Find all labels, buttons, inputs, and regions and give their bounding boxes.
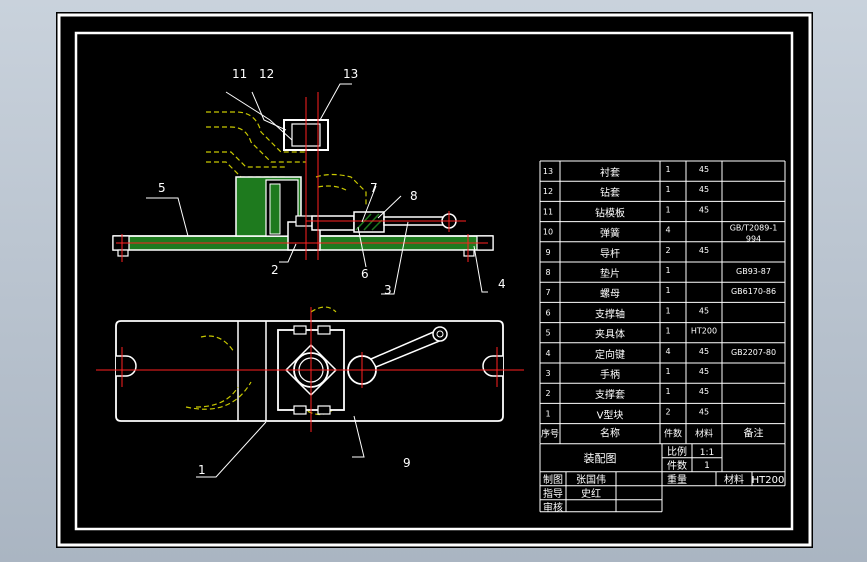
bom-row-no: 13 xyxy=(543,167,553,176)
scale-value: 1:1 xyxy=(700,448,714,458)
callout-2: 2 xyxy=(271,263,279,277)
bom-row-name: 钻套 xyxy=(600,186,620,199)
bom-row-material: 45 xyxy=(699,185,709,194)
drawing-canvas[interactable]: 5 2 6 3 4 7 8 11 12 13 1 9 13 衬套 1 45 12 钻套 1 4… xyxy=(56,12,813,548)
bom-row-name: 手柄 xyxy=(600,368,620,381)
bom-row-no: 4 xyxy=(545,349,550,358)
callout-1: 1 xyxy=(198,463,206,477)
bom-table: 13 衬套 1 4512 钻套 1 4511 钻模板 1 4510 弹簧 4 GB/T2089-1 994… xyxy=(539,160,786,514)
callout-8: 8 xyxy=(410,189,418,203)
bom-row-qty: 4 xyxy=(665,226,670,235)
bom-row-qty: 4 xyxy=(665,347,670,356)
bom-header-name: 名称 xyxy=(600,427,620,440)
material-value: HT200 xyxy=(752,475,785,486)
bom-row-qty: 1 xyxy=(665,205,670,214)
weight-label: 重量 xyxy=(667,473,687,486)
bom-row-qty: 1 xyxy=(665,185,670,194)
bom-row-material: 45 xyxy=(699,387,709,396)
bom-header-qty: 件数 xyxy=(664,428,682,440)
bom-row-qty: 2 xyxy=(665,407,670,416)
bom-row-qty: 1 xyxy=(665,327,670,336)
material-label: 材料 xyxy=(724,473,744,486)
bom-row-name: 弹簧 xyxy=(600,227,620,240)
assembly-drawing: 5 2 6 3 4 7 8 11 12 13 1 9 13 衬套 1 4512 钻套 1 4… xyxy=(57,13,812,547)
bom-row-no: 6 xyxy=(545,308,550,317)
bom-header-material: 材料 xyxy=(695,428,713,440)
bom-row-name: 夹具体 xyxy=(595,328,625,341)
bom-row-qty: 1 xyxy=(665,165,670,174)
bom-header-std: 备注 xyxy=(744,427,764,440)
bom-row-qty: 1 xyxy=(665,367,670,376)
bom-row-no: 1 xyxy=(545,409,550,418)
bom-row-name: V型块 xyxy=(597,408,624,421)
bom-row-material: 45 xyxy=(699,306,709,315)
bom-row-material: 45 xyxy=(699,407,709,416)
bom-row-no: 3 xyxy=(545,369,550,378)
drawn-label: 制图 xyxy=(543,473,563,486)
bom-row-name: 螺母 xyxy=(600,288,620,300)
bom-row-no: 5 xyxy=(545,329,550,338)
bom-row-std: GB6170-86 xyxy=(731,287,776,296)
bom-row-qty: 1 xyxy=(665,306,670,315)
bom-row-std: GB93-87 xyxy=(736,267,771,276)
callout-9: 9 xyxy=(403,456,411,470)
bom-row-name: 支撑轴 xyxy=(595,307,625,320)
callout-3: 3 xyxy=(384,283,392,297)
bom-row-qty: 1 xyxy=(665,266,670,275)
top-view xyxy=(96,306,524,432)
bom-row-no: 11 xyxy=(543,207,553,216)
bom-row-no: 12 xyxy=(543,187,553,196)
callout-12: 12 xyxy=(259,67,274,81)
bom-row-material: HT200 xyxy=(691,327,717,336)
bom-row-name: 支撑套 xyxy=(595,388,625,401)
outer-frame xyxy=(57,13,812,547)
bom-row-std: GB/T2089-1 994 xyxy=(730,224,778,244)
bom-row-name: 衬套 xyxy=(600,166,620,179)
bom-row-name: 垫片 xyxy=(600,267,620,280)
drawn-name: 张国伟 xyxy=(576,473,606,486)
bom-row-no: 9 xyxy=(545,248,550,257)
scale-label: 比例 xyxy=(667,445,687,458)
count-value: 1 xyxy=(704,461,710,471)
callout-11: 11 xyxy=(232,67,247,81)
title-block-title: 装配图 xyxy=(584,452,617,465)
bom-row-qty: 1 xyxy=(665,286,670,295)
bom-row-name: 导杆 xyxy=(600,248,620,260)
bom-row-material: 45 xyxy=(699,367,709,376)
bom-row-no: 7 xyxy=(545,288,550,297)
bom-row-material: 45 xyxy=(699,246,709,255)
bom-row-no: 2 xyxy=(545,389,550,398)
front-view xyxy=(112,92,494,262)
guide-label: 指导 xyxy=(543,487,563,500)
check-label: 审核 xyxy=(543,501,563,514)
callout-4: 4 xyxy=(498,277,506,291)
bom-row-qty: 2 xyxy=(665,246,670,255)
bom-row-material: 45 xyxy=(699,205,709,214)
bom-header-no: 序号 xyxy=(541,428,559,440)
bom-row-no: 10 xyxy=(543,228,553,237)
bom-row-material: 45 xyxy=(699,347,709,356)
bom-row-material: 45 xyxy=(699,165,709,174)
count-label: 件数 xyxy=(667,459,687,472)
bom-row-name: 定向键 xyxy=(595,348,625,361)
bom-row-no: 8 xyxy=(545,268,550,277)
callout-7: 7 xyxy=(370,181,378,195)
callout-6: 6 xyxy=(361,267,369,281)
bom-row-name: 钻模板 xyxy=(595,206,625,219)
guide-name: 史红 xyxy=(581,487,601,500)
callout-5: 5 xyxy=(158,181,166,195)
callout-13: 13 xyxy=(343,67,358,81)
bom-row-std: GB2207-80 xyxy=(731,348,776,357)
bom-row-qty: 1 xyxy=(665,387,670,396)
